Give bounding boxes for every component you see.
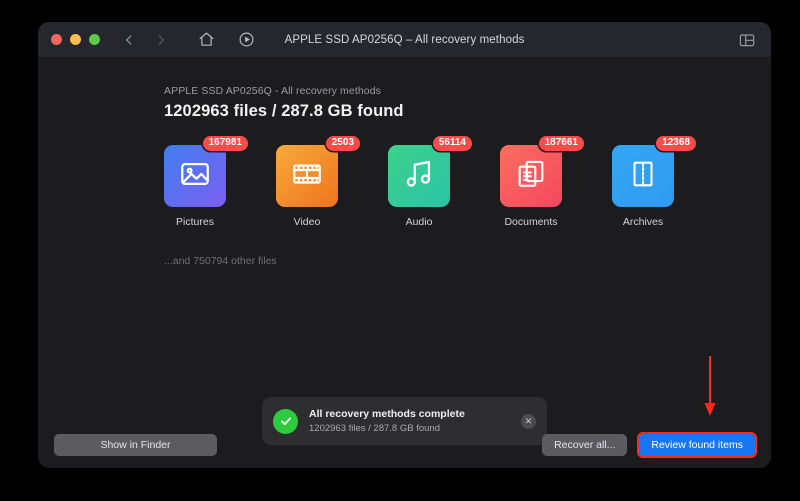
- show-in-finder-button[interactable]: Show in Finder: [54, 434, 217, 456]
- down-arrow-annotation: [703, 356, 717, 418]
- review-found-items-button[interactable]: Review found items: [637, 432, 757, 458]
- tile-surface: 12368: [612, 136, 696, 207]
- category-tile-documents[interactable]: 187661 Documents: [500, 136, 584, 228]
- zoom-window-button[interactable]: [89, 34, 100, 45]
- toast-title: All recovery methods complete: [309, 408, 465, 420]
- tile-label: Archives: [622, 216, 664, 228]
- sidebar-toggle-icon[interactable]: [739, 33, 755, 47]
- back-button[interactable]: [122, 33, 136, 47]
- category-tile-audio[interactable]: 56114 Audio: [388, 136, 472, 228]
- app-window: APPLE SSD AP0256Q – All recovery methods…: [38, 22, 771, 468]
- tile-surface: 187661: [500, 136, 584, 207]
- tile-label: Pictures: [176, 216, 214, 228]
- tile-count-badge: 2503: [325, 136, 360, 151]
- recover-all-button[interactable]: Recover all...: [542, 434, 628, 456]
- toolbar-icons: [198, 31, 255, 48]
- document-icon: [514, 157, 548, 196]
- film-icon: [290, 157, 324, 196]
- tile-count-badge: 56114: [432, 136, 472, 151]
- tile-label: Documents: [504, 216, 558, 228]
- content-subheading: APPLE SSD AP0256Q - All recovery methods: [164, 85, 382, 97]
- navigation-buttons: [122, 33, 168, 47]
- tile-count-badge: 187661: [538, 136, 584, 151]
- close-window-button[interactable]: [51, 34, 62, 45]
- content-headline: 1202963 files / 287.8 GB found: [164, 102, 404, 120]
- archive-icon: [626, 157, 660, 196]
- category-tile-video[interactable]: 2503 Video: [276, 136, 360, 228]
- footer-actions: Recover all... Review found items: [542, 432, 757, 458]
- tile-count-badge: 12368: [656, 136, 696, 151]
- tile-count-badge: 167981: [202, 136, 248, 151]
- forward-button[interactable]: [154, 33, 168, 47]
- category-tile-pictures[interactable]: 167981 Pictures: [164, 136, 248, 228]
- picture-icon: [178, 157, 212, 196]
- tile-label: Audio: [405, 216, 433, 228]
- titlebar-right-tools: [739, 33, 755, 47]
- traffic-lights: [51, 34, 100, 45]
- tile-surface: 56114: [388, 136, 472, 207]
- history-icon[interactable]: [238, 31, 255, 48]
- tile-surface: 167981: [164, 136, 248, 207]
- minimize-window-button[interactable]: [70, 34, 81, 45]
- footer-bar: Show in Finder Recover all... Review fou…: [38, 422, 771, 468]
- music-icon: [402, 157, 436, 196]
- tile-label: Video: [293, 216, 321, 228]
- other-files-text: ...and 750794 other files: [164, 255, 277, 267]
- category-tile-archives[interactable]: 12368 Archives: [612, 136, 696, 228]
- content-area: APPLE SSD AP0256Q - All recovery methods…: [38, 57, 771, 445]
- screenshot-stage: APPLE SSD AP0256Q – All recovery methods…: [0, 0, 800, 501]
- window-titlebar: APPLE SSD AP0256Q – All recovery methods: [38, 22, 771, 57]
- category-tiles: 167981 Pictures 2503 Video 56114 Audio 1…: [164, 136, 771, 228]
- tile-surface: 2503: [276, 136, 360, 207]
- home-icon[interactable]: [198, 31, 215, 48]
